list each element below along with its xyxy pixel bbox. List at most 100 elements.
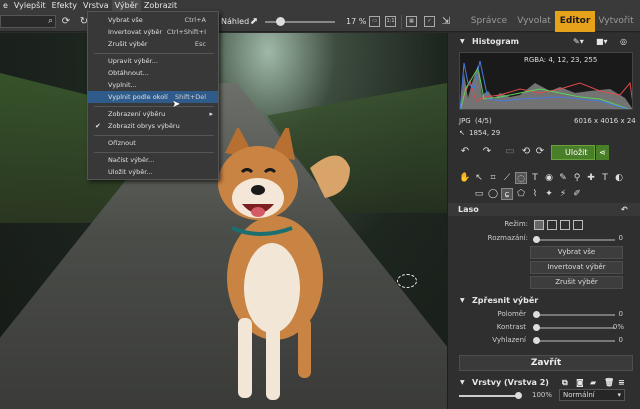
heal-tool-icon[interactable]: ✚ — [585, 172, 597, 184]
menu-item-layer[interactable]: Vrstva — [80, 0, 112, 11]
tab-develop[interactable]: Vyvolat — [514, 11, 554, 32]
menu-divider — [94, 135, 214, 136]
mask-icon[interactable]: ◙ — [576, 376, 584, 389]
selection-tool-icon[interactable]: ◌ — [515, 172, 527, 184]
menu-divider — [94, 152, 214, 153]
rotate-left-icon[interactable]: ⟲ — [520, 146, 532, 158]
mode-subtract-icon[interactable] — [560, 220, 570, 230]
mode-intersect-icon[interactable] — [573, 220, 583, 230]
magic-wand-icon[interactable]: ✦ — [543, 188, 555, 200]
opacity-slider[interactable] — [459, 392, 522, 399]
select-brush-icon[interactable]: ✐ — [571, 188, 583, 200]
menu-show-selection-outline[interactable]: ✔ Zobrazit obrys výběru — [88, 120, 218, 132]
mode-new-icon[interactable] — [534, 220, 544, 230]
menu-invert-selection[interactable]: Invertovat výběr Ctrl+Shift+I — [88, 26, 218, 38]
redo-icon[interactable]: ↷ — [481, 146, 493, 158]
histogram-header[interactable]: ▼ Histogram ✎▾ ■▾ ◎ — [448, 35, 640, 48]
menu-stroke[interactable]: Obtáhnout... — [88, 67, 218, 79]
red-eye-tool-icon[interactable]: ◉ — [543, 172, 555, 184]
menu-item-view[interactable]: Zobrazit — [141, 0, 180, 11]
refine-header[interactable]: ▼ Zpřesnit výběr — [448, 294, 640, 307]
brush-tool-icon[interactable]: ✎ — [557, 172, 569, 184]
histogram-toggle-icon[interactable]: ◎ — [620, 35, 627, 48]
menu-fill[interactable]: Vyplnit... — [88, 79, 218, 91]
ellipse-select-icon[interactable]: ◯ — [487, 188, 499, 200]
one-to-one-icon[interactable]: 1:1 — [385, 16, 396, 27]
folder-icon[interactable]: ▰ — [590, 376, 596, 389]
histogram-mode-icon[interactable]: ■▾ — [596, 35, 608, 48]
invert-selection-button[interactable]: Invertovat výběr — [530, 261, 623, 274]
new-layer-icon[interactable]: ⧉ — [562, 376, 568, 389]
tab-manager[interactable]: Správce — [464, 11, 514, 32]
share-icon[interactable]: ⋖ — [596, 145, 609, 160]
external-icon[interactable]: ⬈ — [248, 16, 260, 28]
cancel-selection-button[interactable]: Zrušit výběr — [530, 276, 623, 289]
magnetic-lasso-icon[interactable]: ⌇ — [529, 188, 541, 200]
text-tool-icon[interactable]: T — [529, 172, 541, 184]
delete-layer-icon[interactable]: 🗑 — [604, 376, 614, 389]
rect-select-icon[interactable]: ▭ — [473, 188, 485, 200]
smoothing-slider[interactable] — [533, 337, 615, 344]
type-tool-icon[interactable]: T — [599, 172, 611, 184]
eyedropper-icon[interactable]: ✎▾ — [573, 35, 584, 48]
layers-menu-icon[interactable]: ≡ — [618, 376, 625, 389]
blur-slider-knob[interactable] — [533, 236, 540, 243]
layers-header[interactable]: ▼ Vrstvy (Vrstva 2) ⧉ ◙ ▰ 🗑 ≡ — [448, 376, 640, 389]
polygon-lasso-icon[interactable]: ⬠ — [515, 188, 527, 200]
hand-tool-icon[interactable]: ✋ — [459, 172, 471, 184]
tab-create[interactable]: Vytvořit — [596, 11, 636, 32]
menu-save-selection[interactable]: Uložit výběr... — [88, 166, 218, 178]
grid-icon[interactable]: ▦ — [406, 16, 417, 27]
opacity-slider-knob[interactable] — [515, 392, 522, 399]
lasso-tool-icon[interactable]: ɕ — [501, 188, 513, 200]
chevron-down-icon: ▾ — [617, 391, 621, 399]
menu-item-effects[interactable]: Efekty — [49, 0, 80, 11]
blend-mode-select[interactable]: Normální ▾ — [559, 389, 625, 401]
photo-canvas[interactable] — [0, 33, 447, 409]
menu-cancel-selection[interactable]: Zrušit výběr Esc — [88, 38, 218, 50]
smoothing-slider-knob[interactable] — [533, 337, 540, 344]
close-button[interactable]: Zavřít — [459, 355, 633, 371]
fit-icon[interactable]: ▭ — [369, 16, 380, 27]
clone-tool-icon[interactable]: ⚲ — [571, 172, 583, 184]
file-type: JPG — [459, 117, 471, 125]
save-button[interactable]: Uložit — [551, 145, 595, 160]
contrast-slider[interactable] — [533, 324, 615, 331]
search-icon: ⌕ — [47, 16, 53, 26]
search-input[interactable]: ⌕ — [0, 15, 56, 28]
menu-content-aware-fill[interactable]: Vyplnit podle okolí Shift+Del — [88, 91, 218, 103]
blur-slider[interactable] — [533, 236, 615, 243]
menu-item-selection[interactable]: Výběr — [111, 0, 141, 11]
refresh-icon[interactable]: ⟳ — [60, 16, 72, 28]
undo-icon[interactable]: ↶ — [459, 146, 471, 158]
zoom-slider-knob[interactable] — [276, 17, 285, 26]
rgba-readout: RGBA: 4, 12, 23, 255 — [524, 56, 598, 64]
gradient-tool-icon[interactable]: ◐ — [613, 172, 625, 184]
menu-crop[interactable]: Oříznout — [88, 137, 218, 149]
radius-slider-knob[interactable] — [533, 311, 540, 318]
menu-load-selection[interactable]: Načíst výběr... — [88, 154, 218, 166]
mode-add-icon[interactable] — [547, 220, 557, 230]
zoom-label: 17 % — [346, 17, 367, 26]
checkbox-icon[interactable]: ✓ — [424, 16, 435, 27]
rotate-right-icon[interactable]: ⟳ — [534, 146, 546, 158]
zoom-slider[interactable] — [265, 17, 335, 26]
menu-modify-selection[interactable]: Upravit výběr... — [88, 55, 218, 67]
select-all-button[interactable]: Vybrat vše — [530, 246, 623, 259]
menu-item-file[interactable]: e — [0, 0, 11, 11]
pointer-tool-icon[interactable]: ↖ — [473, 172, 485, 184]
menu-item-enhance[interactable]: Vylepšit — [11, 0, 49, 11]
export-icon[interactable]: ⇲ — [440, 16, 452, 28]
menu-select-all[interactable]: Vybrat vše Ctrl+A — [88, 14, 218, 26]
crop-tool-icon[interactable]: ⌗ — [487, 172, 499, 184]
tab-editor[interactable]: Editor — [555, 11, 595, 32]
quick-select-icon[interactable]: ⚡ — [557, 188, 569, 200]
radius-value: 0 — [618, 310, 623, 318]
history-icon[interactable]: ▭ — [504, 146, 516, 158]
blur-label: Rozmazání: — [487, 234, 528, 242]
reset-icon[interactable]: ↶ — [621, 203, 628, 216]
menu-selection-display[interactable]: Zobrazení výběru ▸ — [88, 108, 218, 120]
radius-slider[interactable] — [533, 311, 615, 318]
straighten-tool-icon[interactable]: ⟋ — [501, 172, 513, 184]
contrast-slider-knob[interactable] — [533, 324, 540, 331]
